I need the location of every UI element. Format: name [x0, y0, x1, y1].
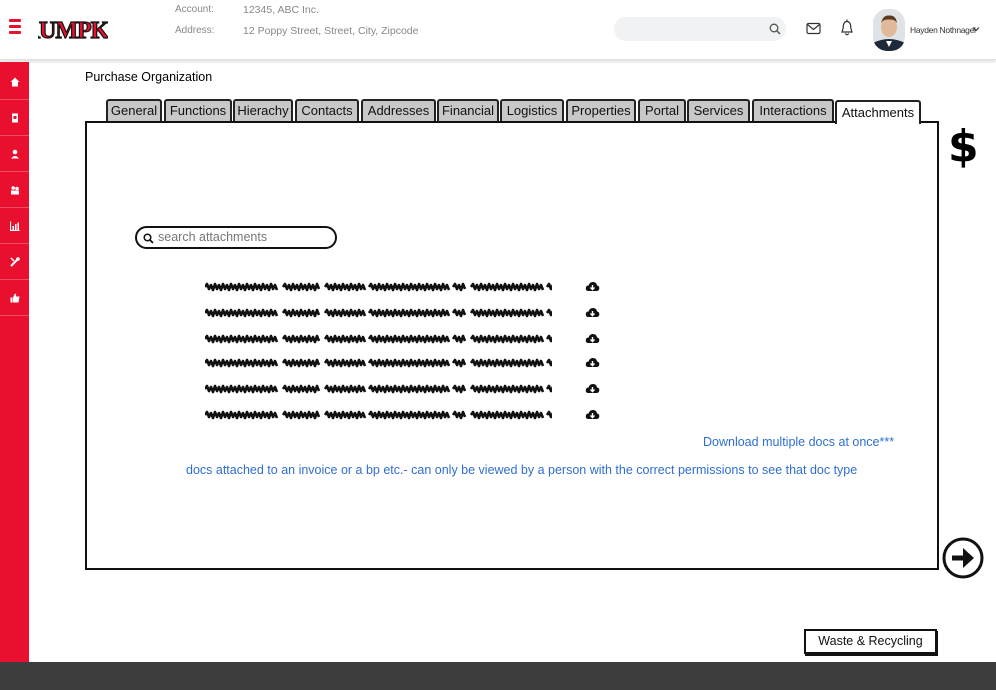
global-search-input[interactable] — [614, 17, 786, 41]
user-name[interactable]: Hayden Nothnagel — [910, 25, 976, 35]
rumpke-logo[interactable]: RUMPKE — [38, 12, 108, 46]
attachment-row[interactable] — [205, 332, 605, 346]
cloud-download-icon[interactable] — [585, 332, 600, 346]
chevron-down-icon[interactable] — [972, 25, 980, 33]
tab-properties[interactable]: Properties — [566, 99, 636, 121]
sidebar-item-home[interactable] — [0, 64, 29, 100]
search-icon — [143, 233, 154, 244]
tools-icon — [9, 256, 20, 267]
sidebar-item-users[interactable] — [0, 172, 29, 208]
document-icon — [11, 113, 18, 122]
tab-functions[interactable]: Functions — [164, 99, 232, 121]
tab-financial[interactable]: Financial — [437, 99, 499, 121]
mail-icon[interactable] — [806, 22, 821, 35]
sidebar — [0, 62, 29, 662]
svg-text:RUMPKE: RUMPKE — [38, 18, 108, 44]
cloud-download-icon[interactable] — [585, 356, 600, 370]
notification-bell-icon[interactable] — [840, 19, 854, 38]
tab-general[interactable]: General — [106, 99, 162, 121]
sidebar-item-feedback[interactable] — [0, 280, 29, 316]
users-icon — [10, 185, 19, 194]
attachment-filename-scribble — [205, 384, 552, 394]
footer-bar — [0, 662, 996, 690]
attachment-row[interactable] — [205, 408, 605, 422]
tab-addresses[interactable]: Addresses — [361, 99, 436, 121]
address-value: 12 Poppy Street, Street, City, Zipcode — [243, 25, 419, 37]
attachment-search-input[interactable]: search attachments — [135, 226, 337, 249]
currency-symbol[interactable]: $ — [948, 121, 979, 172]
chart-icon — [9, 221, 19, 231]
attachment-filename-scribble — [205, 410, 552, 420]
attachment-search-placeholder: search attachments — [158, 230, 268, 244]
cloud-download-icon[interactable] — [585, 306, 600, 320]
tab-portal[interactable]: Portal — [638, 99, 686, 121]
sidebar-item-tools[interactable] — [0, 244, 29, 280]
attachment-row[interactable] — [205, 306, 605, 320]
attachment-filename-scribble — [205, 308, 552, 318]
sidebar-item-user[interactable] — [0, 136, 29, 172]
address-label: Address: — [175, 25, 215, 36]
cloud-download-icon[interactable] — [585, 382, 600, 396]
sidebar-item-documents[interactable] — [0, 100, 29, 136]
account-value: 12345, ABC Inc. — [243, 4, 319, 16]
tab-hierachy[interactable]: Hierachy — [233, 99, 293, 121]
cloud-download-icon[interactable] — [585, 280, 600, 294]
attachment-filename-scribble — [205, 334, 552, 344]
thumbs-up-icon — [10, 293, 19, 302]
menu-icon[interactable] — [9, 19, 21, 34]
download-multiple-link[interactable]: Download multiple docs at once*** — [703, 435, 894, 449]
tab-contacts[interactable]: Contacts — [295, 99, 359, 121]
user-icon — [10, 149, 19, 158]
account-label: Account: — [175, 4, 214, 15]
search-icon[interactable] — [768, 22, 782, 36]
tab-logistics[interactable]: Logistics — [500, 99, 564, 121]
home-icon — [10, 77, 19, 86]
cloud-download-icon[interactable] — [585, 408, 600, 422]
tab-attachments[interactable]: Attachments — [835, 100, 921, 124]
tab-interactions[interactable]: Interactions — [752, 99, 834, 121]
attachment-filename-scribble — [205, 282, 552, 292]
avatar[interactable] — [873, 9, 905, 51]
waste-recycling-button[interactable]: Waste & Recycling — [804, 629, 937, 654]
attachment-filename-scribble — [205, 358, 552, 368]
attachment-row[interactable] — [205, 356, 605, 370]
tab-services[interactable]: Services — [687, 99, 750, 121]
sidebar-item-reports[interactable] — [0, 208, 29, 244]
top-bar: RUMPKE Account: 12345, ABC Inc. Address:… — [0, 0, 996, 60]
next-arrow-icon[interactable] — [941, 536, 985, 580]
page-title: Purchase Organization — [85, 70, 213, 84]
permissions-note: docs attached to an invoice or a bp etc.… — [186, 463, 858, 477]
attachment-row[interactable] — [205, 280, 605, 294]
attachment-row[interactable] — [205, 382, 605, 396]
